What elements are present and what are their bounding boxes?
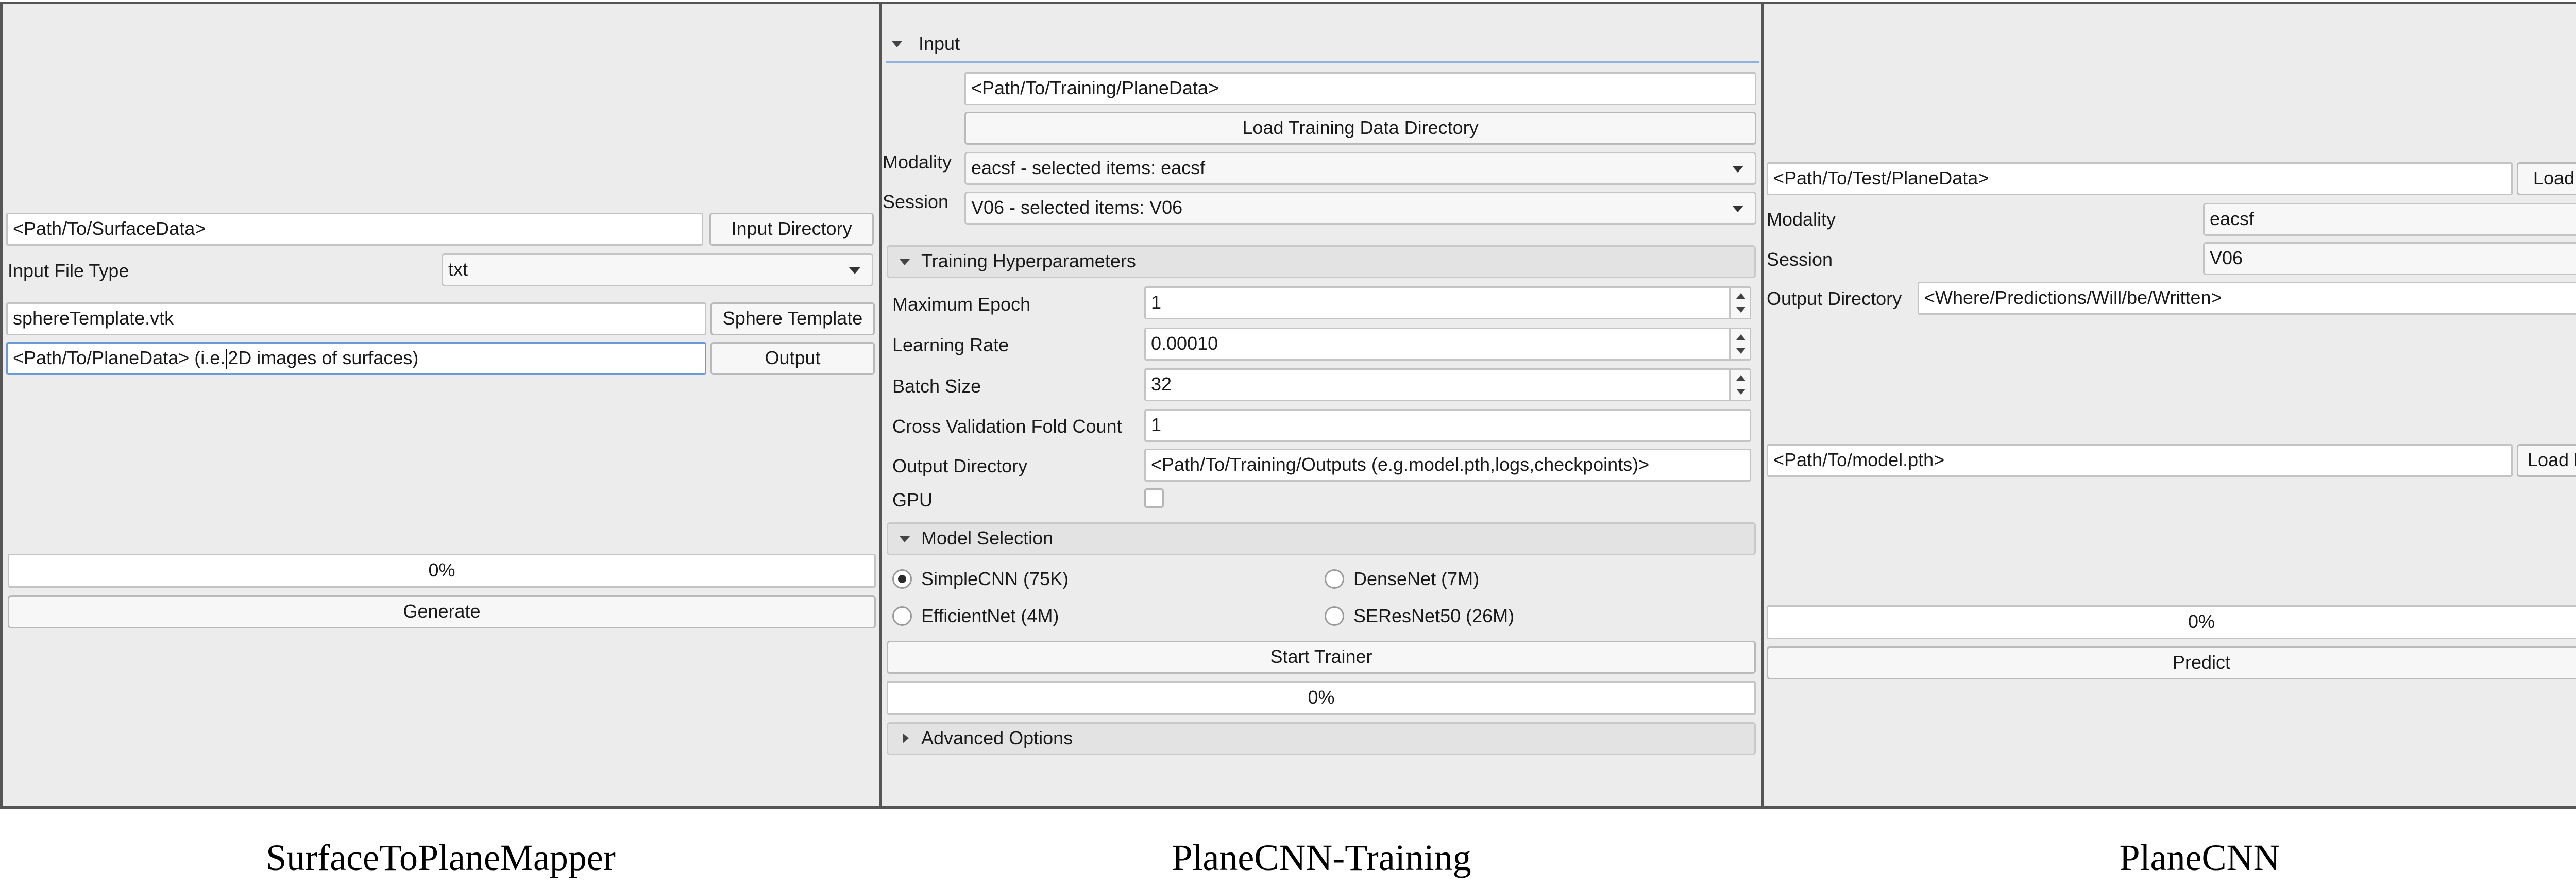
collapse-triangle-icon (892, 41, 902, 47)
output-button[interactable]: Output (710, 342, 875, 375)
model-radio-simplecnn[interactable]: SimpleCNN (75K) (892, 568, 1069, 590)
radio-unselected-icon (1325, 569, 1344, 589)
load-model-button[interactable]: Load Model (2517, 444, 2576, 477)
modality-select[interactable]: eacsf - selected items: eacsf (964, 152, 1756, 185)
model-radio-label: EfficientNet (4M) (921, 605, 1059, 626)
planecnn-training-panel: Input <Path/To/Training/PlaneData> Load … (879, 2, 1764, 809)
chevron-down-icon (1732, 206, 1743, 212)
training-hyperparameters-header[interactable]: Training Hyperparameters (887, 245, 1756, 278)
model-radio-label: DenseNet (7M) (1353, 568, 1480, 589)
output-path-input[interactable]: <Path/To/PlaneData> (i.e. 2D images of su… (6, 342, 706, 375)
session-select[interactable]: V06 - selected items: V06 (964, 192, 1756, 225)
cross-validation-fold-count-label: Cross Validation Fold Count (892, 416, 1122, 437)
batch-size-label: Batch Size (892, 376, 981, 397)
training-progress-bar: 0% (887, 681, 1756, 715)
radio-selected-icon (892, 569, 912, 589)
spin-arrows[interactable] (1729, 370, 1750, 400)
sphere-template-button[interactable]: Sphere Template (710, 302, 875, 335)
output-directory-label: Output Directory (1767, 288, 1902, 309)
session-select[interactable]: V06 (2203, 242, 2576, 275)
advanced-options-header[interactable]: Advanced Options (887, 722, 1756, 755)
modality-value: eacsf - selected items: eacsf (971, 157, 1206, 178)
text-caret (226, 349, 228, 370)
spin-arrows[interactable] (1729, 329, 1750, 359)
generate-progress-bar: 0% (8, 554, 876, 588)
session-value: V06 (2210, 247, 2243, 268)
planecnn-training-caption: PlaneCNN-Training (1172, 837, 1471, 878)
model-radio-densenet[interactable]: DenseNet (7M) (1325, 568, 1479, 590)
cross-validation-fold-count-input[interactable]: 1 (1144, 409, 1751, 442)
batch-size-spinbox[interactable]: 32 (1144, 368, 1751, 401)
learning-rate-value: 0.00010 (1151, 333, 1218, 354)
generate-button[interactable]: Generate (8, 595, 876, 628)
output-path-text-end: 2D images of surfaces) (228, 347, 419, 368)
advanced-options-title: Advanced Options (921, 727, 1073, 748)
chevron-down-icon (1732, 166, 1743, 173)
prediction-output-directory-input[interactable]: <Where/Predictions/Will/be/Written> (1918, 282, 2576, 315)
gpu-label: GPU (892, 489, 933, 510)
arrow-up-icon (1736, 334, 1745, 340)
gpu-checkbox[interactable] (1144, 488, 1164, 508)
input-file-type-value: txt (448, 259, 468, 280)
collapse-triangle-icon (900, 536, 910, 542)
arrow-down-icon (1736, 307, 1745, 313)
session-label: Session (1767, 249, 1833, 270)
training-hyperparameters-title: Training Hyperparameters (921, 250, 1136, 271)
model-radio-seresnet50[interactable]: SEResNet50 (26M) (1325, 605, 1514, 627)
load-training-data-button[interactable]: Load Training Data Directory (964, 112, 1756, 145)
learning-rate-spinbox[interactable]: 0.00010 (1144, 328, 1751, 361)
input-section-title: Input (919, 33, 960, 54)
learning-rate-label: Learning Rate (892, 334, 1009, 355)
output-path-text-start: <Path/To/PlaneData> (i.e. (13, 347, 226, 368)
model-selection-header[interactable]: Model Selection (887, 522, 1756, 555)
modality-label: Modality (1767, 209, 1836, 230)
input-directory-button[interactable]: Input Directory (709, 213, 874, 246)
spin-arrows[interactable] (1729, 288, 1750, 318)
test-data-path-input[interactable]: <Path/To/Test/PlaneData> (1767, 162, 2513, 195)
model-selection-title: Model Selection (921, 527, 1054, 549)
sphere-template-path-input[interactable]: sphereTemplate.vtk (6, 302, 706, 335)
expand-triangle-icon (903, 733, 909, 743)
load-data-button[interactable]: Load Data (2517, 162, 2576, 195)
planecnn-caption: PlaneCNN (2119, 837, 2280, 878)
model-radio-label: SEResNet50 (26M) (1353, 605, 1515, 626)
modality-value: eacsf (2210, 208, 2255, 229)
surface-to-plane-mapper-panel: <Path/To/SurfaceData> Input Directory In… (0, 2, 882, 809)
arrow-down-icon (1736, 348, 1745, 354)
surface-data-path-input[interactable]: <Path/To/SurfaceData> (6, 213, 703, 246)
training-data-path-input[interactable]: <Path/To/Training/PlaneData> (964, 72, 1756, 105)
predict-button[interactable]: Predict (1767, 646, 2576, 679)
input-file-type-select[interactable]: txt (442, 253, 873, 286)
model-radio-label: SimpleCNN (75K) (921, 568, 1069, 589)
modality-label: Modality (883, 151, 952, 173)
maximum-epoch-value: 1 (1151, 292, 1162, 313)
arrow-up-icon (1736, 293, 1745, 299)
arrow-up-icon (1736, 375, 1745, 381)
output-directory-label: Output Directory (892, 455, 1028, 476)
input-section-header[interactable]: Input (886, 31, 1759, 63)
input-file-type-label: Input File Type (8, 260, 129, 281)
radio-unselected-icon (892, 606, 912, 626)
model-path-input[interactable]: <Path/To/model.pth> (1767, 444, 2513, 477)
radio-unselected-icon (1325, 606, 1344, 626)
chevron-down-icon (849, 267, 860, 274)
arrow-down-icon (1736, 389, 1745, 395)
modality-select[interactable]: eacsf (2203, 203, 2576, 236)
start-trainer-button[interactable]: Start Trainer (887, 641, 1756, 674)
training-output-directory-input[interactable]: <Path/To/Training/Outputs (e.g.model.pth… (1144, 449, 1751, 482)
batch-size-value: 32 (1151, 373, 1172, 395)
model-radio-efficientnet[interactable]: EfficientNet (4M) (892, 605, 1059, 627)
maximum-epoch-label: Maximum Epoch (892, 294, 1031, 315)
collapse-triangle-icon (900, 259, 910, 265)
prediction-progress-bar: 0% (1767, 605, 2576, 639)
session-value: V06 - selected items: V06 (971, 197, 1183, 218)
maximum-epoch-spinbox[interactable]: 1 (1144, 286, 1751, 319)
planecnn-panel: <Path/To/Test/PlaneData> Load Data Modal… (1761, 2, 2576, 809)
surface-to-plane-mapper-caption: SurfaceToPlaneMapper (266, 837, 616, 878)
session-label: Session (883, 191, 949, 212)
